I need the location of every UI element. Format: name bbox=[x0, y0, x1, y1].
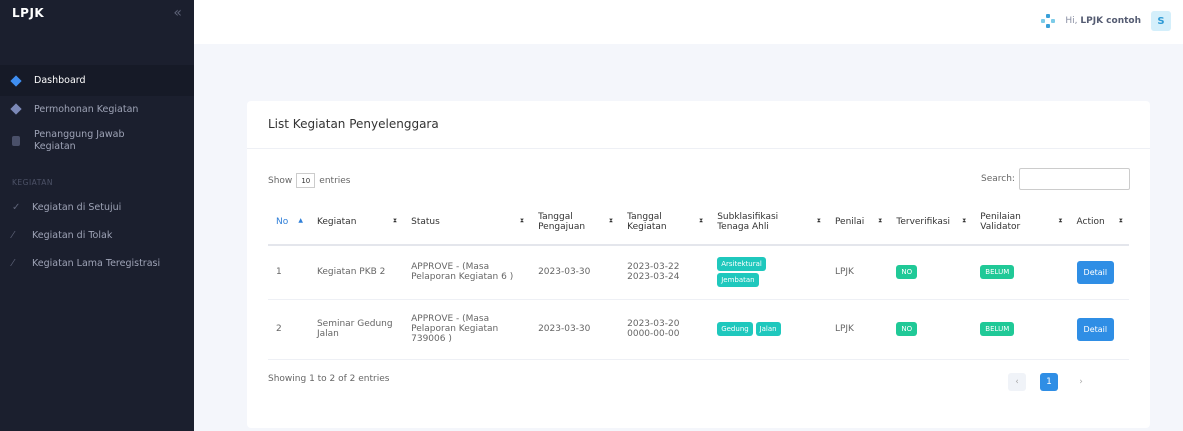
cell-tanggal-kegiatan: 2023-03-22 2023-03-24 bbox=[619, 245, 710, 300]
show-label: Show bbox=[268, 175, 293, 186]
cell-penilai: LPJK bbox=[826, 299, 889, 360]
cell-validator: BELUM bbox=[972, 299, 1069, 360]
cross-icon: ⁄ bbox=[12, 229, 14, 241]
divider bbox=[247, 148, 1150, 149]
data-table: No ▲ Kegiatan ⧗ Status ⧗ Tanggal Pengajuan ⧗… bbox=[268, 199, 1129, 360]
sidebar-item-lama-teregistrasi[interactable]: ⁄ Kegiatan Lama Teregistrasi bbox=[0, 249, 194, 277]
table-header-row: No ▲ Kegiatan ⧗ Status ⧗ Tanggal Pengajuan ⧗… bbox=[268, 199, 1129, 246]
sidebar-item-label: Kegiatan di Tolak bbox=[32, 229, 113, 241]
cell-validator: BELUM bbox=[972, 245, 1069, 300]
sidebar-item-ditolak[interactable]: ⁄ Kegiatan di Tolak bbox=[0, 221, 194, 249]
cell-kegiatan: Kegiatan PKB 2 bbox=[308, 245, 404, 300]
cell-penilai: LPJK bbox=[826, 245, 889, 300]
diamond-icon bbox=[10, 74, 34, 87]
brand: LPJK « bbox=[0, 0, 194, 44]
entries-label: entries bbox=[319, 175, 351, 186]
entries-length: Show 10 entries bbox=[268, 173, 351, 188]
avatar[interactable]: S bbox=[1151, 11, 1171, 31]
subklasifikasi-badge: Arsitektural bbox=[717, 257, 766, 272]
user-area: Hi, LPJK contoh S bbox=[1041, 11, 1171, 31]
search-box: Search: bbox=[981, 168, 1130, 190]
check-icon: ✓ bbox=[12, 201, 21, 213]
cell-action: Detail bbox=[1068, 245, 1129, 300]
column-header-tanggal-kegiatan[interactable]: Tanggal Kegiatan ⧗ bbox=[619, 199, 710, 246]
cell-kegiatan: Seminar Gedung Jalan bbox=[308, 299, 404, 360]
status-badge: NO bbox=[896, 322, 918, 336]
column-header-tanggal-pengajuan[interactable]: Tanggal Pengajuan ⧗ bbox=[530, 199, 620, 246]
table-info: Showing 1 to 2 of 2 entries bbox=[268, 374, 390, 384]
cell-subklasifikasi: Arsitektural Jembatan bbox=[709, 245, 827, 300]
sidebar-item-permohonan[interactable]: Permohonan Kegiatan bbox=[0, 96, 194, 122]
search-label: Search: bbox=[981, 174, 1015, 184]
topbar: Hi, LPJK contoh S bbox=[194, 0, 1183, 44]
subklasifikasi-badge: Gedung bbox=[717, 322, 753, 336]
detail-button[interactable]: Detail bbox=[1076, 260, 1115, 284]
sidebar-item-label: Permohonan Kegiatan bbox=[34, 103, 139, 115]
column-header-penilai[interactable]: Penilai ⧗ bbox=[826, 199, 889, 246]
status-badge: BELUM bbox=[980, 322, 1015, 336]
column-header-no[interactable]: No ▲ bbox=[268, 199, 309, 246]
detail-button[interactable]: Detail bbox=[1076, 317, 1115, 341]
collapse-icon[interactable]: « bbox=[173, 5, 182, 21]
pagination: ‹ 1 › bbox=[1008, 373, 1090, 391]
column-header-terverifikasi[interactable]: Terverifikasi ⧗ bbox=[888, 199, 973, 246]
cell-tanggal-kegiatan: 2023-03-20 0000-00-00 bbox=[619, 299, 710, 360]
sidebar-item-label: Kegiatan Lama Teregistrasi bbox=[32, 257, 161, 269]
sidebar-item-dashboard[interactable]: Dashboard bbox=[0, 65, 194, 96]
sidebar-item-penanggung-jawab[interactable]: Penanggung Jawab Kegiatan bbox=[0, 122, 194, 160]
cell-terverifikasi: NO bbox=[888, 299, 973, 360]
apps-icon[interactable] bbox=[1041, 14, 1056, 28]
brand-name: LPJK bbox=[12, 6, 45, 20]
sidebar-item-label: Dashboard bbox=[34, 75, 86, 86]
previous-page-button[interactable]: ‹ bbox=[1008, 373, 1026, 391]
cell-terverifikasi: NO bbox=[888, 245, 973, 300]
cell-tanggal-pengajuan: 2023-03-30 bbox=[530, 245, 620, 300]
sidebar-menu: Dashboard Permohonan Kegiatan Penanggung… bbox=[0, 65, 194, 160]
sidebar-item-disetujui[interactable]: ✓ Kegiatan di Setujui bbox=[0, 193, 194, 221]
subklasifikasi-badge: Jalan bbox=[755, 322, 781, 336]
table-row: 1 Kegiatan PKB 2 APPROVE - (Masa Pelapor… bbox=[268, 245, 1129, 300]
column-header-action[interactable]: Action ⧗ bbox=[1068, 199, 1129, 246]
column-header-validator[interactable]: Penilaian Validator ⧗ bbox=[972, 199, 1069, 246]
subklasifikasi-badge: Jembatan bbox=[717, 273, 759, 288]
status-badge: NO bbox=[896, 265, 918, 280]
column-header-kegiatan[interactable]: Kegiatan ⧗ bbox=[308, 199, 404, 246]
cell-status: APPROVE - (Masa Pelaporan Kegiatan 73900… bbox=[403, 299, 531, 360]
sidebar-item-label: Penanggung Jawab Kegiatan bbox=[34, 129, 125, 152]
column-header-status[interactable]: Status ⧗ bbox=[403, 199, 531, 246]
list-card: List Kegiatan Penyelenggara Show 10 entr… bbox=[247, 101, 1150, 428]
cell-subklasifikasi: Gedung Jalan bbox=[709, 299, 827, 360]
cell-status: APPROVE - (Masa Pelaporan Kegiatan 6 ) bbox=[403, 245, 531, 300]
status-badge: BELUM bbox=[980, 265, 1015, 280]
cell-no: 2 bbox=[268, 299, 309, 360]
sidebar: LPJK « Dashboard Permohonan Kegiatan Pen… bbox=[0, 0, 194, 431]
cell-action: Detail bbox=[1068, 299, 1129, 360]
document-icon bbox=[12, 136, 34, 146]
sidebar-item-label: Kegiatan di Setujui bbox=[32, 201, 122, 213]
user-greeting[interactable]: Hi, LPJK contoh bbox=[1065, 16, 1141, 26]
page-button-1[interactable]: 1 bbox=[1040, 373, 1058, 391]
username: LPJK contoh bbox=[1080, 16, 1141, 26]
search-input[interactable] bbox=[1018, 168, 1130, 190]
next-page-button[interactable]: › bbox=[1072, 373, 1090, 391]
sidebar-section-label: KEGIATAN bbox=[12, 178, 53, 187]
cell-no: 1 bbox=[268, 245, 309, 300]
card-title: List Kegiatan Penyelenggara bbox=[268, 117, 439, 131]
table-row: 2 Seminar Gedung Jalan APPROVE - (Masa P… bbox=[268, 299, 1129, 360]
greeting-text: Hi, bbox=[1065, 16, 1078, 26]
entries-select[interactable]: 10 bbox=[296, 173, 316, 188]
diamond-icon bbox=[10, 103, 34, 115]
cell-tanggal-pengajuan: 2023-03-30 bbox=[530, 299, 620, 360]
cross-icon: ⁄ bbox=[12, 257, 14, 269]
column-header-subklasifikasi[interactable]: Subklasifikasi Tenaga Ahli ⧗ bbox=[709, 199, 827, 246]
